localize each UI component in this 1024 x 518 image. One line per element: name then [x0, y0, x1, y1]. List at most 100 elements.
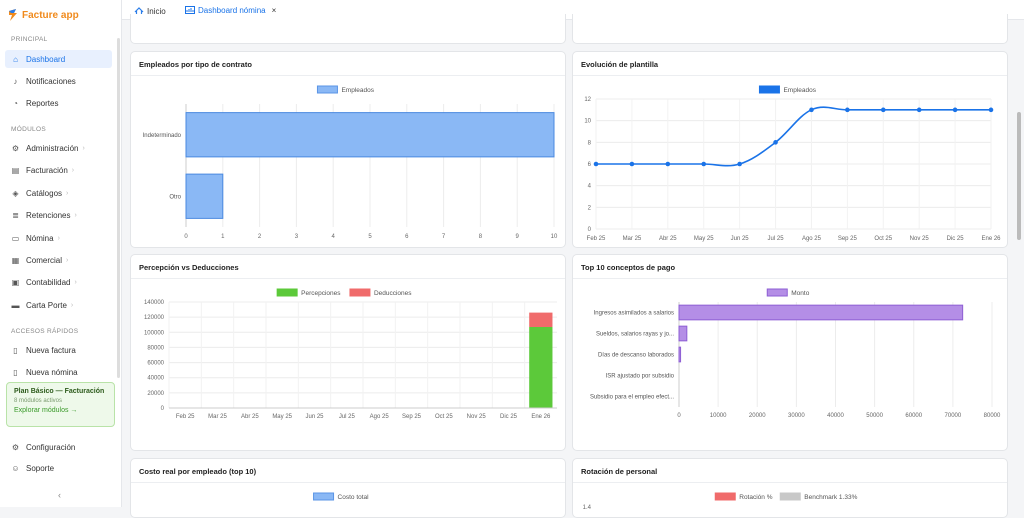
gears-icon: ⚙: [11, 143, 20, 153]
main-scrollbar[interactable]: [1017, 112, 1021, 240]
y-tick-label: 10: [584, 119, 591, 125]
x-tick-label: Mar 25: [623, 236, 642, 242]
sidebar-item-carta-porte[interactable]: ▬ Carta Porte ›: [5, 296, 112, 314]
explore-modules-link[interactable]: Explorar módulos →: [14, 407, 107, 414]
logo-icon: [9, 9, 17, 21]
sidebar-item-label: Configuración: [26, 442, 76, 452]
y-tick-label: 40000: [147, 376, 164, 382]
doc-icon: ▯: [13, 367, 18, 377]
data-point: [952, 107, 958, 113]
card-top10-conceptos: Top 10 conceptos de pago Monto 0 10000 2000…: [572, 254, 1008, 451]
x-tick-label: Nov 25: [467, 414, 487, 420]
y-tick-label: 8: [588, 140, 592, 146]
data-point: [773, 140, 778, 145]
invoice-icon: ▤: [11, 165, 20, 175]
x-tick-label: Jul 25: [768, 236, 785, 242]
legend-swatch: [316, 85, 338, 94]
data-point: [665, 161, 671, 167]
x-tick-label: Ago 25: [370, 414, 390, 420]
x-tick-label: May 25: [694, 236, 714, 242]
sidebar-item-nueva-nomina[interactable]: ▯ Nueva nómina: [5, 363, 112, 381]
sidebar-item-contabilidad[interactable]: ▣ Contabilidad ›: [5, 273, 112, 291]
x-tick-label: Oct 25: [874, 236, 892, 242]
data-point: [880, 107, 886, 113]
card-percepcion-deducciones: Percepción vs Deducciones Percepciones De…: [130, 254, 566, 451]
legend-swatch: [276, 288, 298, 297]
sidebar-item-soporte[interactable]: ☺ Soporte: [5, 459, 112, 477]
sidebar-item-label: Dashboard: [26, 54, 66, 64]
bar: [185, 112, 555, 158]
x-tick-label: 60000: [905, 413, 922, 419]
bar: [678, 325, 688, 342]
x-tick-label: 10: [551, 234, 558, 240]
card-title: Evolución de plantilla: [573, 52, 1007, 76]
chart-empleados-contrato: Empleados 0 1 2 3 4 5 6 7 8 9 10 Indeterminado Otro: [143, 85, 558, 240]
y-tick-label: 140000: [144, 300, 165, 306]
sidebar-item-nomina[interactable]: ▭ Nómina ›: [5, 229, 112, 247]
y-tick-label: 2: [588, 205, 592, 211]
legend-label: Benchmark 1.33%: [804, 494, 857, 501]
sidebar: Facture app PRINCIPAL ⌂ Dashboard ♪ Notifi…: [0, 0, 122, 507]
legend-label: Empleados: [341, 87, 374, 94]
card-title: Costo real por empleado (top 10): [131, 459, 565, 483]
sidebar-item-dashboard[interactable]: ⌂ Dashboard: [5, 50, 112, 68]
sidebar-item-nueva-factura[interactable]: ▯ Nueva factura: [5, 341, 112, 359]
sidebar-item-facturacion[interactable]: ▤ Facturación ›: [5, 161, 112, 179]
chevron-right-icon: ›: [70, 301, 74, 309]
sidebar-item-label: Catálogos: [26, 188, 63, 198]
legend-swatch: [349, 288, 371, 297]
chevron-right-icon: ›: [74, 211, 77, 219]
y-tick-label: Ingresos asimilados a salarios: [594, 311, 674, 317]
x-tick-label: 6: [405, 234, 409, 240]
chevron-right-icon: ›: [71, 166, 75, 174]
legend-swatch: [766, 288, 788, 297]
y-tick-label: Otro: [169, 194, 181, 200]
sidebar-item-notificaciones[interactable]: ♪ Notificaciones: [5, 72, 112, 90]
app-logo[interactable]: Facture app: [8, 9, 79, 21]
card-costo-real: Costo real por empleado (top 10) Costo t…: [130, 458, 566, 518]
x-tick-label: 30000: [788, 413, 805, 419]
x-tick-label: 4: [332, 234, 336, 240]
legend-swatch: [714, 492, 736, 501]
plan-subtitle: 8 módulos activos: [14, 398, 63, 404]
x-tick-label: Dic 25: [947, 236, 965, 242]
chart-icon: [185, 6, 195, 14]
sidebar-item-label: Reportes: [26, 98, 59, 108]
y-tick-label: 1.4: [583, 505, 592, 511]
sidebar-item-retenciones[interactable]: ≣ Retenciones ›: [5, 206, 112, 224]
sidebar-item-label: Nueva nómina: [26, 367, 78, 377]
x-tick-label: 50000: [866, 413, 883, 419]
legend-label: Monto: [791, 290, 809, 297]
chart-top10-conceptos: Monto 0 10000 20000 30000 40000 50000 60000 7000…: [590, 288, 1001, 419]
y-tick-label: Días de descanso laborados: [598, 353, 674, 359]
card-title: Top 10 conceptos de pago: [573, 255, 1007, 279]
sidebar-scrollbar[interactable]: [117, 38, 120, 378]
sidebar-item-configuracion[interactable]: ⚙ Configuración: [5, 438, 112, 456]
sidebar-item-reportes[interactable]: ◔ Reportes: [5, 94, 112, 112]
data-point: [916, 107, 922, 113]
card-rotacion-personal: Rotación de personal Rotación % Benchmark…: [572, 458, 1008, 518]
x-tick-label: Sep 25: [402, 414, 422, 420]
sidebar-item-administracion[interactable]: ⚙ Administración ›: [5, 139, 112, 157]
sidebar-item-comercial[interactable]: ▦ Comercial ›: [5, 251, 112, 269]
data-point: [845, 107, 850, 113]
y-tick-label: Indeterminado: [143, 133, 182, 139]
x-tick-label: 40000: [827, 413, 844, 419]
data-point: [593, 161, 599, 167]
bar: [678, 304, 964, 321]
collapse-sidebar-button[interactable]: ‹: [58, 490, 61, 500]
x-tick-label: Ene 26: [981, 236, 1001, 242]
x-tick-label: 0: [677, 413, 681, 419]
data-point: [737, 161, 742, 167]
x-tick-label: Sep 25: [838, 236, 858, 242]
shop-icon: ▦: [11, 255, 20, 265]
card-title: Empleados por tipo de contrato: [131, 52, 565, 76]
chart-rotacion-personal: Rotación % Benchmark 1.33% 1.4: [583, 492, 858, 511]
chevron-right-icon: ›: [66, 256, 69, 264]
sidebar-item-catalogos[interactable]: ◈ Catálogos ›: [5, 184, 112, 202]
x-tick-label: 80000: [984, 413, 1001, 419]
x-tick-label: Ago 25: [802, 236, 822, 242]
x-tick-label: 70000: [945, 413, 962, 419]
legend-label: Empleados: [783, 87, 816, 94]
chart-percepcion-deducciones: Percepciones Deducciones 0 20000 40000 60000 8…: [144, 288, 557, 420]
